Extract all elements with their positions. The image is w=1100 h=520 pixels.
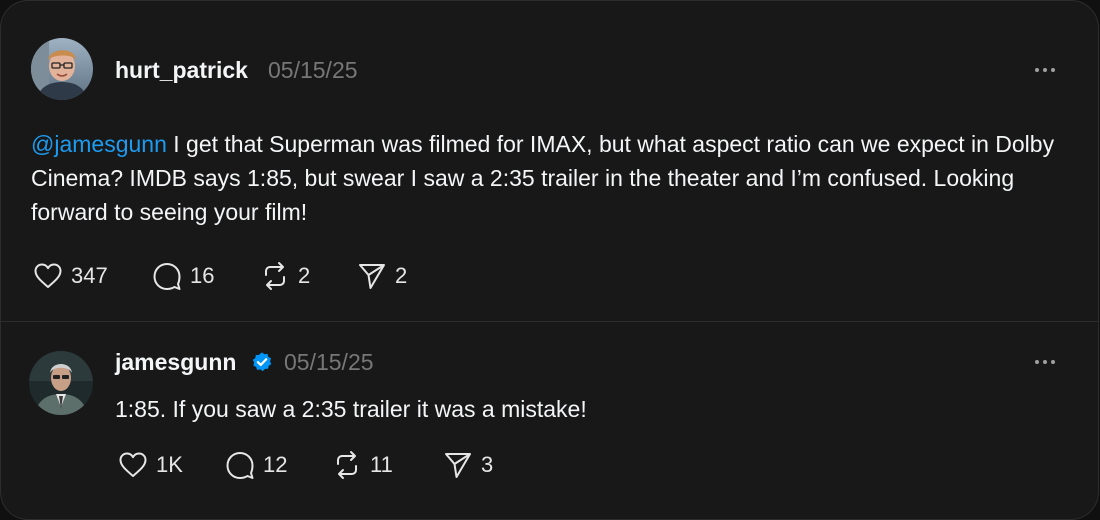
avatar[interactable] — [31, 38, 93, 100]
reply-count: 12 — [263, 452, 288, 477]
like-button[interactable]: 1K — [117, 448, 224, 482]
timestamp[interactable]: 05/15/25 — [268, 57, 358, 84]
post-body: 1:85. If you saw a 2:35 trailer it was a… — [115, 396, 587, 422]
verified-badge-icon — [252, 352, 272, 372]
avatar-image — [29, 351, 93, 415]
post-text: I get that Superman was filmed for IMAX,… — [31, 131, 1055, 225]
repost-icon — [265, 262, 285, 290]
share-button[interactable]: 2 — [356, 259, 407, 293]
heart-icon — [119, 452, 147, 477]
post-hurt-patrick: hurt_patrick 05/15/25 @jamesgunn I get t… — [1, 1, 1098, 321]
like-count: 1K — [156, 452, 183, 477]
action-bar: 1K 12 11 3 — [117, 448, 493, 482]
share-icon — [359, 264, 385, 289]
share-button[interactable]: 3 — [442, 448, 493, 482]
reply-button[interactable]: 12 — [224, 448, 331, 482]
share-icon — [445, 453, 471, 478]
comment-icon — [226, 452, 254, 479]
heart-icon — [34, 263, 62, 288]
comment-icon — [153, 263, 181, 290]
like-button[interactable]: 347 — [32, 259, 151, 293]
avatar[interactable] — [29, 351, 93, 415]
share-count: 2 — [395, 263, 408, 288]
reply-count: 16 — [190, 263, 215, 288]
repost-count: 2 — [298, 263, 311, 288]
post-jamesgunn: jamesgunn 05/15/25 1:85. If you saw a 2:… — [1, 322, 1098, 506]
repost-button[interactable]: 11 — [331, 448, 442, 482]
repost-count: 11 — [370, 452, 393, 477]
thread-panel: hurt_patrick 05/15/25 @jamesgunn I get t… — [0, 0, 1099, 520]
mention-link[interactable]: @jamesgunn — [31, 131, 167, 157]
action-bar: 347 16 2 2 — [32, 259, 407, 293]
more-icon[interactable] — [1032, 357, 1058, 367]
like-count: 347 — [71, 263, 108, 288]
timestamp[interactable]: 05/15/25 — [284, 349, 374, 376]
repost-button[interactable]: 2 — [259, 259, 356, 293]
avatar-image — [31, 38, 93, 100]
username[interactable]: hurt_patrick — [115, 57, 248, 84]
share-count: 3 — [481, 452, 494, 477]
reply-button[interactable]: 16 — [151, 259, 259, 293]
post-body: @jamesgunn I get that Superman was filme… — [31, 127, 1071, 229]
repost-icon — [337, 451, 357, 479]
username[interactable]: jamesgunn — [115, 349, 236, 376]
more-icon[interactable] — [1032, 65, 1058, 75]
